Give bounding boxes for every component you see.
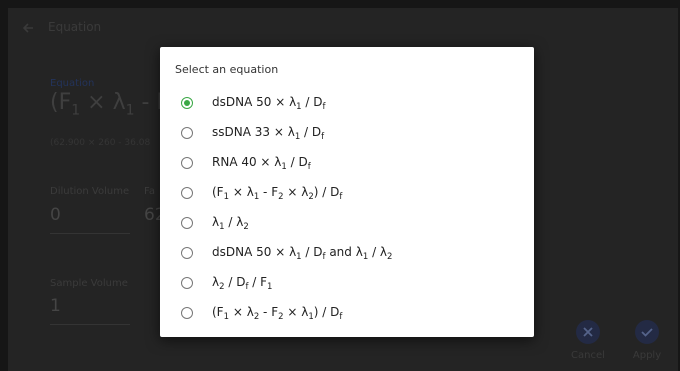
radio-button[interactable] [181,247,193,259]
sample-volume-label: Sample Volume [50,278,128,289]
radio-button[interactable] [181,277,193,289]
back-arrow-icon[interactable] [20,20,36,36]
apply-circle [635,320,659,344]
page-title: Equation [48,20,102,34]
check-icon [641,328,653,337]
option-l2-df-f1[interactable]: λ2 / Df / F1 [160,269,534,299]
close-icon [583,327,593,337]
sample-volume-value[interactable]: 1 [50,296,61,316]
dilution-underline [50,233,130,234]
option-dsdna-and-ratio[interactable]: dsDNA 50 × λ1 / Df and λ1 / λ2 [160,239,534,269]
option-ssdna[interactable]: ssDNA 33 × λ1 / Df [160,119,534,149]
apply-button[interactable]: Apply [623,320,673,370]
radio-button[interactable] [181,217,193,229]
radio-button[interactable] [181,187,193,199]
option-dsdna[interactable]: dsDNA 50 × λ1 / Df [160,89,534,119]
top-bar: Equation [8,8,678,48]
radio-button[interactable] [181,307,193,319]
dialog-title: Select an equation [175,63,279,76]
cancel-circle [576,320,600,344]
radio-button[interactable] [181,97,193,109]
option-label: λ1 / λ2 [212,215,249,232]
equation-dialog: Select an equation dsDNA 50 × λ1 / Df ss… [160,47,534,337]
option-label: RNA 40 × λ1 / Df [212,155,311,172]
option-label: (F1 × λ1 - F2 × λ2) / Df [212,185,343,202]
option-ratio[interactable]: λ1 / λ2 [160,209,534,239]
cancel-label: Cancel [571,350,605,361]
dilution-volume-value[interactable]: 0 [50,205,61,225]
option-label: (F1 × λ2 - F2 × λ1) / Df [212,305,343,322]
option-label: dsDNA 50 × λ1 / Df and λ1 / λ2 [212,245,393,262]
dilution-volume-label: Dilution Volume [50,186,130,197]
equation-value[interactable]: (F1 × λ1 - F2 [50,90,178,118]
apply-label: Apply [632,350,662,361]
equation-options: dsDNA 50 × λ1 / Df ssDNA 33 × λ1 / Df RN… [160,89,534,329]
option-label: dsDNA 50 × λ1 / Df [212,95,326,112]
option-custom-f1-f2[interactable]: (F1 × λ1 - F2 × λ2) / Df [160,179,534,209]
option-label: ssDNA 33 × λ1 / Df [212,125,325,142]
cancel-button[interactable]: Cancel [564,320,614,370]
equation-calculation: (62.900 × 260 - 36.08 [50,138,151,148]
option-custom-f1-l2[interactable]: (F1 × λ2 - F2 × λ1) / Df [160,299,534,329]
radio-button[interactable] [181,127,193,139]
option-label: λ2 / Df / F1 [212,275,273,292]
equation-label: Equation [50,78,95,89]
sample-underline [50,324,130,325]
radio-button[interactable] [181,157,193,169]
option-rna[interactable]: RNA 40 × λ1 / Df [160,149,534,179]
factor-label: Fa [144,186,155,197]
